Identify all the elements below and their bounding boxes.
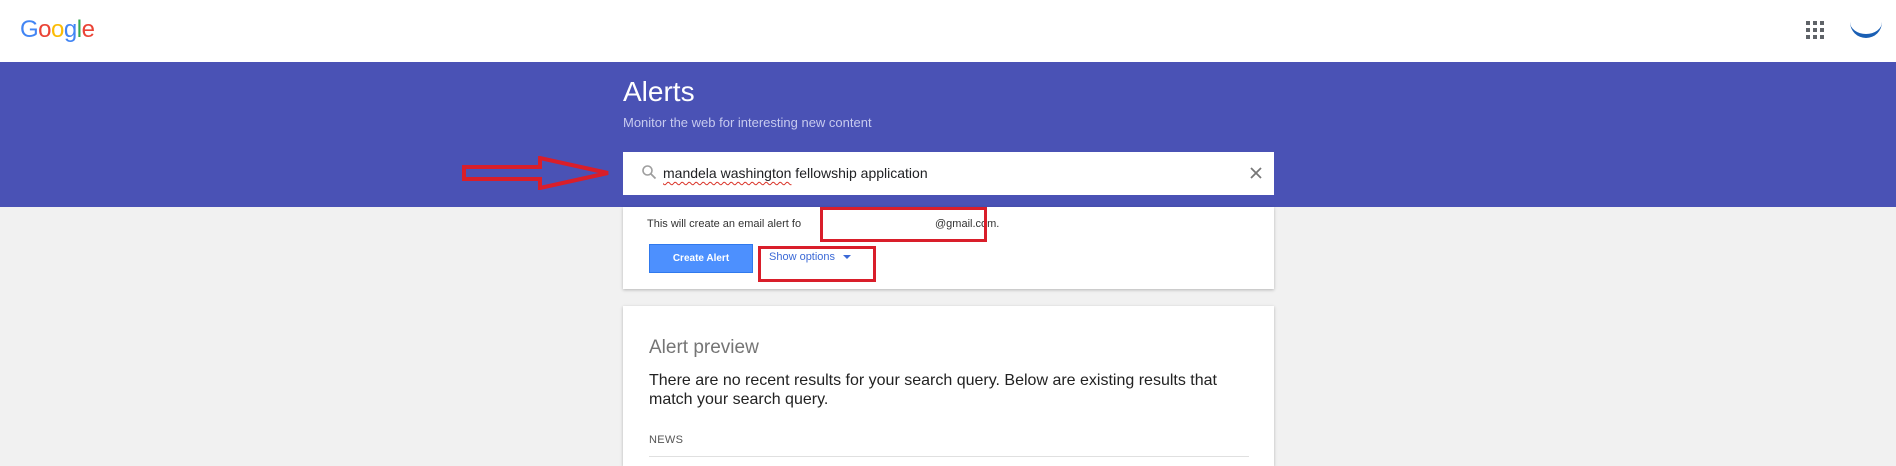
logo-letter: g <box>63 16 77 43</box>
news-divider <box>649 456 1249 457</box>
preview-title: Alert preview <box>649 337 759 358</box>
page-title: Alerts <box>623 76 695 107</box>
close-icon[interactable] <box>1249 166 1263 180</box>
show-options-highlight-box <box>758 246 876 282</box>
search-query-misspelled: mandela washington <box>663 165 792 181</box>
apps-grid-icon[interactable] <box>1806 21 1824 39</box>
email-highlight-box <box>820 207 987 242</box>
logo-letter: e <box>81 16 95 43</box>
preview-message: There are no recent results for your sea… <box>649 372 1217 408</box>
email-alert-text: This will create an email alert fo <box>647 218 802 230</box>
search-input[interactable]: mandela washington fellowship applicatio… <box>663 165 928 181</box>
red-arrow-annotation <box>462 156 609 190</box>
google-logo[interactable]: Google <box>20 16 95 44</box>
avatar[interactable] <box>1850 6 1882 38</box>
alert-search-box[interactable]: mandela washington fellowship applicatio… <box>623 152 1274 195</box>
logo-letter: o <box>38 16 52 43</box>
news-section-label: NEWS <box>649 434 684 446</box>
search-query-rest: fellowship application <box>791 165 928 181</box>
top-bar: Google <box>0 0 1896 62</box>
logo-letter: G <box>20 16 39 43</box>
logo-letter: o <box>51 16 64 43</box>
alert-preview-card: Alert preview There are no recent result… <box>623 306 1274 466</box>
create-alert-button[interactable]: Create Alert <box>649 244 753 273</box>
search-icon <box>642 165 657 180</box>
page-subtitle: Monitor the web for interesting new cont… <box>623 115 872 130</box>
